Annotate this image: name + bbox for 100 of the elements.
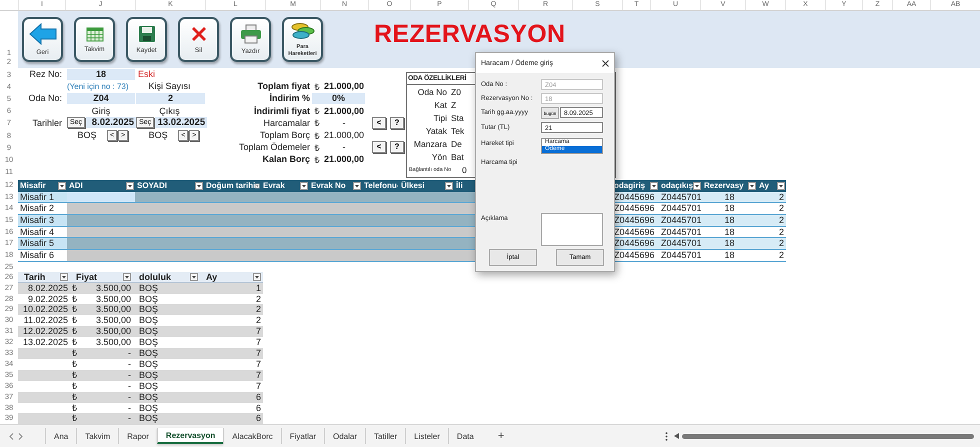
column-header: Evrak <box>261 180 309 192</box>
add-sheet-button[interactable]: + <box>492 429 510 443</box>
scroll-right-icon[interactable] <box>18 432 23 440</box>
occupancy-cell: BOŞ <box>139 402 158 412</box>
guest-count-label: Kişi Sayısı <box>147 81 192 92</box>
occupancy-cell: BOŞ <box>139 282 158 293</box>
room-property-label: Yön <box>430 152 447 162</box>
check-in-date-field[interactable]: 8.02.2025 <box>86 117 136 128</box>
check-out-cell: Z0445701 <box>659 226 702 238</box>
column-header: Ülkesi <box>399 180 454 192</box>
help-button[interactable]: ? <box>390 141 404 154</box>
currency-sign: ₺ <box>72 402 77 414</box>
date-cell: 10.02.2025 <box>22 304 68 314</box>
month-cell: 6 <box>256 413 261 424</box>
column-header: Evrak No <box>309 180 362 192</box>
reservation-cell: 18 <box>702 226 757 238</box>
filter-dropdown-icon[interactable] <box>353 182 361 190</box>
sheet-tab[interactable]: Data <box>448 428 482 444</box>
sheet-tab[interactable]: Listeler <box>405 428 448 444</box>
previous-button[interactable]: < <box>372 141 386 154</box>
help-button[interactable]: ? <box>390 116 404 129</box>
column-header: doluluk <box>133 272 200 283</box>
filter-dropdown-icon[interactable] <box>126 182 134 190</box>
filter-dropdown-icon[interactable] <box>60 272 68 281</box>
filter-dropdown-icon[interactable] <box>195 182 203 190</box>
filter-dropdown-icon[interactable] <box>693 182 701 190</box>
occupancy-cell: BOŞ <box>139 370 158 380</box>
sheet-tab[interactable]: Rezervasyon <box>156 428 224 444</box>
room-property-label: Tipi <box>432 112 447 122</box>
total-label: İndirim % <box>268 93 310 104</box>
currency-sign: ₺ <box>72 282 77 294</box>
check-out-date-field[interactable]: 13.02.2025 <box>155 117 208 128</box>
calendar-icon <box>86 26 104 42</box>
guest-cell: Misafir 5 <box>18 238 67 250</box>
occupancy-cell: BOŞ <box>139 337 158 348</box>
currency-sign: ₺ <box>72 348 77 359</box>
total-label: Harcamalar <box>262 118 310 128</box>
room-no-field[interactable]: Z04 <box>67 92 135 104</box>
guest-count-field[interactable]: 2 <box>136 92 205 104</box>
currency-sign: ₺ <box>72 326 77 338</box>
month-cell: 2 <box>757 250 786 262</box>
sheet-tab[interactable]: Ana <box>45 428 76 444</box>
room-property-label: Oda No <box>416 86 447 96</box>
rez-no-label: Rez No: <box>28 69 63 80</box>
guest-cell: Misafir 3 <box>18 215 67 227</box>
rez-no-field[interactable]: 18 <box>67 68 135 80</box>
currency-sign: ₺ <box>72 294 77 304</box>
back-arrow-icon <box>28 22 56 45</box>
previous-button[interactable]: < <box>372 116 386 129</box>
occupancy-cell: BOŞ <box>139 358 158 369</box>
filter-dropdown-icon[interactable] <box>445 182 453 190</box>
filter-dropdown-icon[interactable] <box>748 182 756 190</box>
price-cell: 3.500,00 <box>96 294 131 304</box>
check-out-cell: Z0445701 <box>659 192 702 204</box>
price-cell: - <box>128 358 131 370</box>
month-cell: 2 <box>256 294 261 304</box>
filter-dropdown-icon[interactable] <box>58 182 66 190</box>
description-field[interactable] <box>541 213 603 246</box>
total-label: İndirimli fiyat <box>252 106 310 116</box>
filter-dropdown-icon[interactable] <box>190 272 198 281</box>
room-property-value: Z <box>451 100 456 110</box>
price-cell: 3.500,00 <box>96 326 131 338</box>
filter-dropdown-icon[interactable] <box>300 182 308 190</box>
sheet-tab[interactable]: Takvim <box>76 428 118 444</box>
discount-field[interactable]: 0% <box>312 92 365 104</box>
check-in-cell: Z0445696 <box>612 203 659 216</box>
more-options-icon[interactable] <box>665 432 668 440</box>
sheet-tab[interactable]: AlacakBorc <box>223 428 281 444</box>
currency-sign: ₺ <box>314 130 320 142</box>
currency-sign: ₺ <box>72 413 77 424</box>
x-mark-icon <box>190 24 208 43</box>
month-cell: 2 <box>256 304 261 314</box>
month-cell: 2 <box>757 215 786 227</box>
filter-dropdown-icon[interactable] <box>255 182 260 190</box>
sheet-tab[interactable]: Fiyatlar <box>280 428 324 444</box>
room-property-label: Manzara <box>412 138 447 148</box>
filter-dropdown-icon[interactable] <box>777 182 785 190</box>
occupancy-cell: BOŞ <box>139 380 158 391</box>
column-header: Rezervasy <box>702 180 757 192</box>
guest-cell: Misafir 6 <box>18 250 67 262</box>
price-cell: - <box>128 348 131 359</box>
filter-dropdown-icon[interactable] <box>123 272 131 281</box>
filter-dropdown-icon[interactable] <box>253 272 261 281</box>
month-cell: 1 <box>256 282 261 293</box>
scroll-left-icon[interactable] <box>9 432 14 440</box>
room-property-label: Kat <box>433 100 447 110</box>
price-cell: 3.500,00 <box>96 282 131 294</box>
month-cell: 7 <box>256 370 261 380</box>
filter-dropdown-icon[interactable] <box>650 182 658 190</box>
price-cell: - <box>128 380 131 392</box>
horizontal-scrollbar[interactable] <box>682 434 974 438</box>
price-cell: 3.500,00 <box>96 304 131 316</box>
currency-sign: ₺ <box>72 358 77 370</box>
scroll-left-icon[interactable] <box>674 433 679 439</box>
sheet-tab[interactable]: Odalar <box>324 428 365 444</box>
close-icon[interactable] <box>602 60 609 66</box>
check-out-cell: Z0445701 <box>659 238 702 250</box>
column-header: odagiriş <box>612 180 659 192</box>
sheet-tab[interactable]: Tatiller <box>365 428 406 444</box>
occupancy-cell: BOŞ <box>139 392 158 402</box>
